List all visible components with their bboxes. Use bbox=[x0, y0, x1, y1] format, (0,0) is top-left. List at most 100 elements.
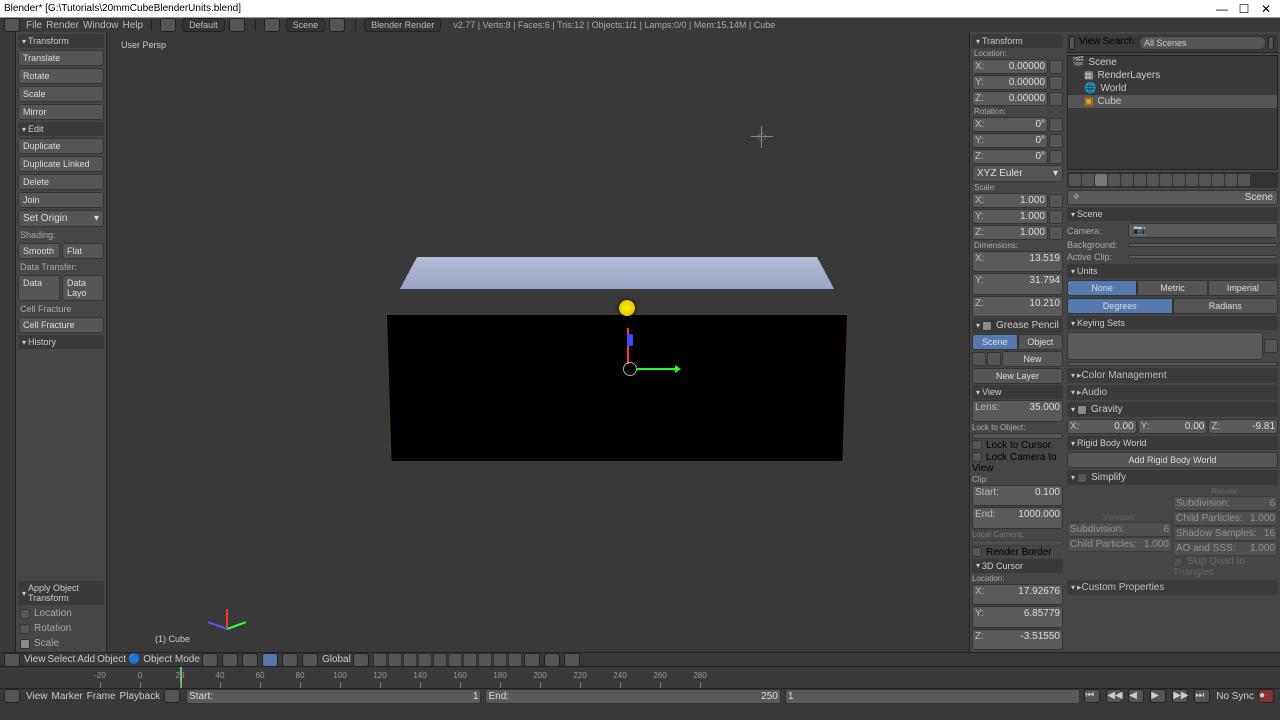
lock-icon[interactable] bbox=[1049, 134, 1063, 148]
cursor-x-field[interactable]: X:17.92676 bbox=[972, 584, 1063, 605]
flat-button[interactable]: Flat bbox=[62, 243, 104, 259]
outliner-view-label[interactable]: View bbox=[1079, 36, 1101, 50]
mode-dropdown[interactable]: 🔵 Object Mode bbox=[128, 654, 200, 665]
lock-icon[interactable] bbox=[1049, 210, 1063, 224]
gravity-x-field[interactable]: X:0.00 bbox=[1067, 419, 1137, 434]
header-add[interactable]: Add bbox=[77, 654, 95, 665]
audio-header[interactable]: ▸ Audio bbox=[1067, 385, 1278, 400]
view-panel-header[interactable]: View bbox=[972, 385, 1063, 399]
scale-button[interactable]: Scale bbox=[18, 86, 104, 102]
scene-icon[interactable] bbox=[264, 18, 280, 32]
scale-check[interactable] bbox=[20, 639, 30, 649]
clip-end-field[interactable]: End:1000.000 bbox=[972, 507, 1063, 528]
viewport-editor-icon[interactable] bbox=[4, 653, 20, 667]
lens-field[interactable]: Lens:35.000 bbox=[972, 400, 1063, 421]
manipulator-icon[interactable] bbox=[242, 653, 258, 667]
add-layout-icon[interactable] bbox=[229, 18, 245, 32]
background-field[interactable] bbox=[1128, 243, 1278, 247]
timeline-marker[interactable]: Marker bbox=[52, 691, 83, 702]
sync-dropdown[interactable]: No Sync bbox=[1216, 691, 1254, 702]
gravity-header[interactable]: Gravity bbox=[1067, 402, 1278, 417]
dim-z-field[interactable]: Z:10.210 bbox=[972, 296, 1063, 317]
outliner-editor-icon[interactable] bbox=[1069, 36, 1075, 50]
play-icon[interactable]: ▶ bbox=[1150, 689, 1166, 703]
transform-panel-header[interactable]: Transform bbox=[18, 34, 104, 48]
rotate-button[interactable]: Rotate bbox=[18, 68, 104, 84]
data-button[interactable]: Data bbox=[18, 275, 60, 301]
current-frame-field[interactable]: 1 bbox=[785, 689, 1080, 704]
data-layout-button[interactable]: Data Layo bbox=[62, 275, 104, 301]
properties-tabs[interactable] bbox=[1067, 172, 1278, 188]
tool-tabs[interactable] bbox=[0, 32, 16, 652]
timeline-view[interactable]: View bbox=[26, 691, 48, 702]
units-imperial-button[interactable]: Imperial bbox=[1208, 280, 1278, 296]
layer-buttons[interactable] bbox=[373, 653, 522, 667]
add-scene-icon[interactable] bbox=[329, 18, 345, 32]
start-frame-field[interactable]: Start:1 bbox=[186, 689, 481, 704]
gizmo-origin[interactable] bbox=[623, 362, 637, 376]
header-object[interactable]: Object bbox=[97, 654, 126, 665]
cube-object[interactable] bbox=[357, 257, 877, 477]
snap-icon[interactable] bbox=[524, 653, 540, 667]
color-mgmt-header[interactable]: ▸ Color Management bbox=[1067, 368, 1278, 383]
translate-manip-icon[interactable] bbox=[262, 653, 278, 667]
dim-y-field[interactable]: Y:31.794 bbox=[972, 273, 1063, 294]
units-none-button[interactable]: None bbox=[1067, 280, 1137, 296]
jump-end-icon[interactable]: ⏭ bbox=[1194, 689, 1210, 703]
keying-active[interactable] bbox=[1067, 362, 1278, 366]
cursor-z-field[interactable]: Z:-3.51550 bbox=[972, 629, 1063, 650]
sc-y-field[interactable]: Y:1.000 bbox=[972, 209, 1048, 224]
gizmo-x-axis[interactable] bbox=[637, 368, 679, 370]
lock-icon[interactable] bbox=[1049, 76, 1063, 90]
simplify-header[interactable]: Simplify bbox=[1067, 470, 1278, 485]
rot-x-field[interactable]: X:0° bbox=[972, 117, 1048, 132]
keying-sets-header[interactable]: Keying Sets bbox=[1067, 316, 1278, 330]
close-button[interactable]: ✕ bbox=[1256, 2, 1276, 16]
minimize-button[interactable]: — bbox=[1212, 2, 1232, 16]
loc-x-field[interactable]: X:0.00000 bbox=[972, 59, 1048, 74]
cursor-y-field[interactable]: Y:6.85779 bbox=[972, 606, 1063, 627]
orientation-dropdown[interactable]: Global bbox=[322, 654, 351, 665]
lock-icon[interactable] bbox=[1049, 92, 1063, 106]
pivot-icon[interactable] bbox=[222, 653, 238, 667]
mirror-button[interactable]: Mirror bbox=[18, 104, 104, 120]
timeline-ruler[interactable]: -200204060801001201401601802002202402602… bbox=[0, 667, 1280, 689]
gp-object-button[interactable]: Object bbox=[1018, 334, 1064, 350]
units-radians-button[interactable]: Radians bbox=[1173, 298, 1279, 314]
sc-z-field[interactable]: Z:1.000 bbox=[972, 225, 1048, 240]
gp-newlayer-button[interactable]: New Layer bbox=[972, 368, 1063, 384]
location-check[interactable] bbox=[20, 609, 30, 619]
activeclip-field[interactable] bbox=[1128, 255, 1278, 259]
scale-manip-icon[interactable] bbox=[302, 653, 318, 667]
n-transform-header[interactable]: Transform bbox=[972, 34, 1063, 48]
duplicate-button[interactable]: Duplicate bbox=[18, 138, 104, 154]
autokey-icon[interactable]: ● bbox=[1258, 689, 1274, 703]
edit-panel-header[interactable]: Edit bbox=[18, 122, 104, 136]
render-border-check[interactable] bbox=[972, 547, 982, 557]
3d-viewport[interactable]: User Persp (1) Cube bbox=[106, 32, 970, 652]
gizmo-y-axis[interactable] bbox=[627, 334, 633, 346]
gp-new-button[interactable]: New bbox=[1002, 351, 1063, 367]
lock-camera-check[interactable] bbox=[972, 452, 982, 462]
lock-icon[interactable] bbox=[1049, 60, 1063, 74]
lock-object-field[interactable] bbox=[972, 433, 1063, 439]
custom-props-header[interactable]: ▸ Custom Properties bbox=[1067, 580, 1278, 595]
rotation-mode-dropdown[interactable]: XYZ Euler▾ bbox=[972, 165, 1063, 182]
set-origin-dropdown[interactable]: Set Origin▾ bbox=[18, 210, 104, 227]
lock-icon[interactable] bbox=[1049, 150, 1063, 164]
menu-file[interactable]: File bbox=[26, 20, 42, 31]
rot-z-field[interactable]: Z:0° bbox=[972, 149, 1048, 164]
next-key-icon[interactable]: ▶▶ bbox=[1172, 689, 1188, 703]
end-frame-field[interactable]: End:250 bbox=[485, 689, 780, 704]
cell-fracture-button[interactable]: Cell Fracture bbox=[18, 317, 104, 333]
plus-icon[interactable] bbox=[987, 352, 1001, 366]
back-icon[interactable] bbox=[160, 18, 176, 32]
smooth-button[interactable]: Smooth bbox=[18, 243, 60, 259]
add-keying-icon[interactable] bbox=[1264, 339, 1278, 353]
loc-z-field[interactable]: Z:0.00000 bbox=[972, 91, 1048, 106]
add-rbw-button[interactable]: Add Rigid Body World bbox=[1067, 452, 1278, 468]
shading-icon[interactable] bbox=[202, 653, 218, 667]
editor-type-icon[interactable] bbox=[4, 18, 20, 32]
render-icon[interactable] bbox=[564, 653, 580, 667]
scene-dropdown[interactable]: Scene bbox=[286, 18, 326, 32]
